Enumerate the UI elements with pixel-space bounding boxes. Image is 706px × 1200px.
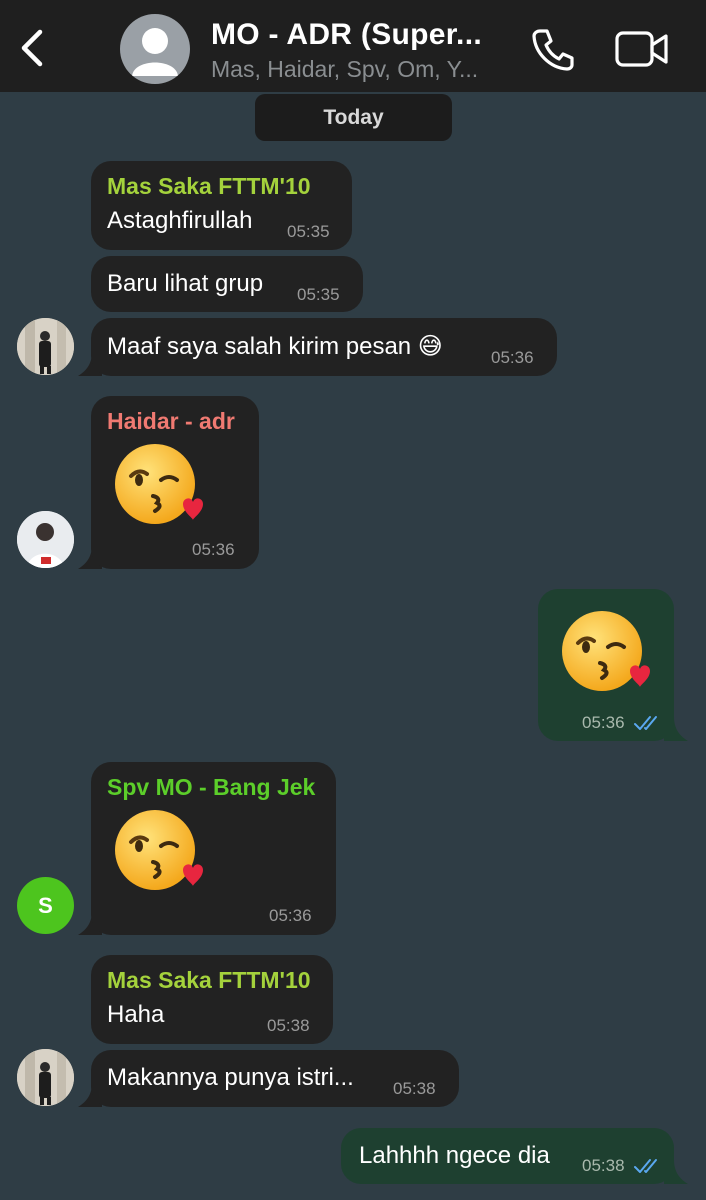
message-bubble[interactable]: Baru lihat grup 05:35 — [91, 256, 363, 312]
message-bubble[interactable]: Mas Saka FTTM'10 Haha 05:38 — [91, 955, 333, 1044]
chat-title[interactable]: MO - ADR (Super... — [211, 18, 511, 52]
chat-participants[interactable]: Mas, Haidar, Spv, Om, Y... — [211, 56, 511, 83]
message-bubble[interactable]: Haidar - adr 05:36 — [91, 396, 259, 569]
message-text: Astaghfirullah — [107, 207, 253, 234]
message-bubble[interactable]: Maaf saya salah kirim pesan 😅 05:36 — [91, 318, 557, 376]
bubble-tail — [664, 1160, 688, 1184]
message-time: 05:36 — [269, 906, 312, 925]
message-time: 05:35 — [297, 285, 340, 304]
sender-name[interactable]: Mas Saka FTTM'10 — [107, 173, 311, 200]
profile-photo — [17, 318, 74, 375]
person-icon — [132, 28, 178, 76]
message-bubble[interactable]: Spv MO - Bang Jek 05:36 — [91, 762, 336, 935]
message-text: Lahhhh ngece dia — [359, 1142, 550, 1169]
message-text: Makannya punya istri... — [107, 1064, 354, 1091]
sender-name[interactable]: Mas Saka FTTM'10 — [107, 967, 311, 994]
message-time: 05:38 — [393, 1079, 436, 1098]
message-text: Haha — [107, 1001, 165, 1028]
message-text: Baru lihat grup — [107, 270, 264, 297]
profile-photo — [17, 1049, 74, 1106]
sender-avatar[interactable] — [17, 1049, 74, 1106]
message-time: 05:36 — [192, 540, 235, 559]
phone-icon[interactable] — [530, 26, 576, 72]
kiss-emoji-icon — [562, 611, 650, 691]
chevron-left-icon[interactable] — [14, 26, 50, 70]
message-text: Maaf saya salah kirim pesan 😅 — [107, 333, 443, 360]
date-divider: Today — [255, 94, 452, 141]
message-bubble[interactable]: Makannya punya istri... 05:38 — [91, 1050, 459, 1107]
profile-photo — [17, 511, 74, 568]
chat-header: MO - ADR (Super... Mas, Haidar, Spv, Om,… — [0, 0, 706, 92]
message-time: 05:38 — [267, 1016, 310, 1035]
message-time: 05:36 — [491, 348, 534, 367]
sender-name[interactable]: Haidar - adr — [107, 408, 235, 435]
message-bubble-outgoing[interactable]: 05:36 — [538, 589, 674, 741]
double-check-icon — [634, 716, 657, 730]
message-bubble[interactable]: Mas Saka FTTM'10 Astaghfirullah 05:35 — [91, 161, 352, 250]
video-camera-icon[interactable] — [614, 30, 670, 68]
group-avatar[interactable] — [120, 14, 190, 84]
double-check-icon — [634, 1159, 657, 1173]
bubble-tail — [664, 717, 688, 741]
message-time: 05:35 — [287, 222, 330, 241]
sender-name[interactable]: Spv MO - Bang Jek — [107, 774, 315, 801]
sender-avatar-initial[interactable]: S — [17, 877, 74, 934]
message-time: 05:36 — [582, 713, 625, 732]
kiss-emoji-icon — [115, 444, 203, 524]
sender-avatar[interactable] — [17, 318, 74, 375]
message-bubble-outgoing[interactable]: Lahhhh ngece dia 05:38 — [341, 1128, 674, 1184]
message-time: 05:38 — [582, 1156, 625, 1175]
kiss-emoji-icon — [115, 810, 203, 890]
sender-avatar[interactable] — [17, 511, 74, 568]
